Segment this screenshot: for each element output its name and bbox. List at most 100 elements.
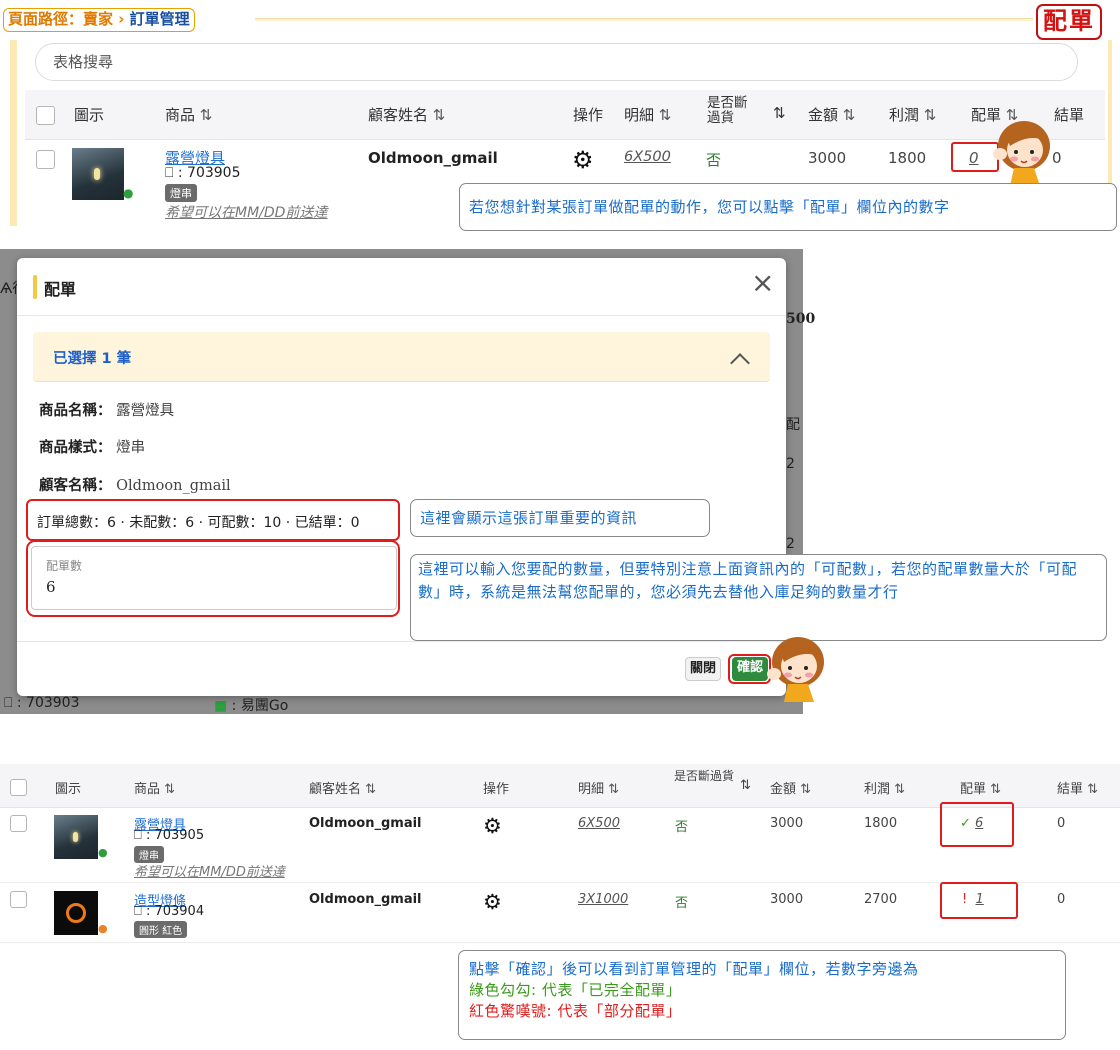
profit-value: 2700	[864, 892, 898, 907]
allocate-cell[interactable]: ✓ 6	[960, 816, 983, 831]
col-customer[interactable]: 顧客姓名 ⇅	[368, 104, 445, 125]
allocate-link[interactable]: 0	[969, 149, 979, 167]
product-code: ⎕ : 703904	[134, 904, 205, 919]
breadcrumb-prefix: 頁面路徑：賣家	[8, 10, 114, 28]
detail-link[interactable]: 6X500	[578, 816, 620, 831]
exclamation-icon: !	[962, 892, 968, 907]
bg-code: ⎕ : 703903	[4, 695, 80, 711]
col-backorder-sort-2[interactable]: ⇅	[740, 778, 751, 793]
col-profit-2[interactable]: 利潤 ⇅	[864, 778, 905, 797]
order-remark: 希望可以在MM/DD前送達	[165, 205, 328, 221]
hint-allocate-column: 若您想針對某張訂單做配單的動作，您可以點擊「配單」欄位內的數字	[459, 183, 1117, 231]
person-icon: ●	[98, 846, 108, 859]
row-checkbox[interactable]	[36, 150, 55, 169]
amount-value: 3000	[808, 149, 847, 167]
row-checkbox[interactable]	[10, 891, 27, 908]
col-icon: 圖示	[74, 106, 105, 124]
mascot-icon	[767, 637, 824, 702]
modal-footer: 關閉 確認	[17, 641, 786, 696]
detail-link[interactable]: 6X500	[624, 149, 671, 165]
col-amount[interactable]: 金額 ⇅	[808, 104, 855, 125]
col-settle[interactable]: 結單	[1054, 104, 1084, 125]
col-detail[interactable]: 明細 ⇅	[624, 104, 671, 125]
hint-line-1: 點擊「確認」後可以看到訂單管理的「配單」欄位，若數字旁邊為	[469, 960, 919, 978]
product-tag: 燈串	[165, 184, 197, 202]
col-backorder: 是否斷過貨	[707, 95, 748, 126]
search-input[interactable]: 表格搜尋	[35, 43, 1078, 81]
bg-text-2b: 2	[786, 536, 795, 552]
col-backorder-2: 是否斷過貨	[674, 769, 735, 783]
customer-name: Oldmoon_gmail	[309, 816, 422, 831]
select-all-checkbox-2[interactable]	[10, 779, 27, 796]
person-icon: ●	[98, 922, 108, 935]
selected-accordion[interactable]: 已選擇 1 筆	[33, 332, 770, 382]
title-accent	[33, 275, 37, 299]
col-action: 操作	[573, 106, 604, 124]
amount-value: 3000	[770, 816, 804, 831]
col-customer-2[interactable]: 顧客姓名 ⇅	[309, 778, 376, 797]
row-divider	[0, 942, 1120, 943]
modal-title: 配單	[44, 280, 77, 299]
panel-border-left	[10, 40, 17, 226]
col-profit[interactable]: 利潤 ⇅	[889, 104, 936, 125]
col-settle-2[interactable]: 結單 ⇅	[1057, 778, 1098, 797]
line-icon: ■	[214, 698, 228, 714]
product-code: ⎕ : 703905	[165, 165, 241, 181]
backorder-value: 否	[675, 896, 689, 911]
hint-line-2: 綠色勾勾: 代表「已完全配單」	[469, 981, 682, 999]
product-tag: 圓形 紅色	[134, 921, 188, 938]
breadcrumb-current: 訂單管理	[129, 10, 190, 28]
customer-name: Oldmoon_gmail	[368, 149, 498, 167]
close-button[interactable]: 關閉	[685, 657, 721, 681]
col-product-2[interactable]: 商品 ⇅	[134, 778, 175, 797]
section-badge: 配單	[1036, 4, 1102, 40]
close-icon[interactable]: ×	[751, 269, 774, 297]
hint-qty: 這裡可以輸入您要配的數量，但要特別注意上面資訊內的「可配數」，若您的配單數量大於…	[410, 554, 1107, 641]
settle-value: 0	[1057, 892, 1066, 907]
product-code: ⎕ : 703905	[134, 828, 205, 843]
order-remark: 希望可以在MM/DD前送達	[134, 865, 285, 880]
breadcrumb-separator: ›	[118, 10, 125, 28]
settle-value: 0	[1057, 816, 1066, 831]
bg-line: ■ : 易團Go	[214, 698, 289, 714]
col-detail-2[interactable]: 明細 ⇅	[578, 778, 619, 797]
select-all-checkbox[interactable]	[36, 106, 55, 125]
product-thumbnail[interactable]	[54, 891, 98, 935]
col-allocate-2[interactable]: 配單 ⇅	[960, 778, 1001, 797]
bookmark-icon: ⎕	[165, 165, 174, 181]
bookmark-icon: ⎕	[134, 904, 142, 919]
col-amount-2[interactable]: 金額 ⇅	[770, 778, 811, 797]
customer-row: 顧客名稱： Oldmoon_gmail	[39, 478, 231, 494]
check-icon: ✓	[960, 816, 971, 831]
hint-summary: 這裡會顯示這張訂單重要的資訊	[410, 499, 710, 537]
col-backorder-sort[interactable]: ⇅	[773, 104, 786, 122]
bg-text-allocate: 配	[786, 417, 800, 433]
gear-icon[interactable]: ⚙	[483, 814, 502, 838]
detail-link[interactable]: 3X1000	[578, 892, 628, 907]
gear-icon[interactable]: ⚙	[572, 148, 594, 172]
person-icon: ●	[123, 186, 134, 200]
selected-count: 已選擇 1 筆	[53, 351, 132, 367]
product-thumbnail[interactable]	[72, 148, 124, 200]
chevron-up-icon[interactable]	[730, 353, 750, 373]
col-icon-2: 圖示	[55, 782, 82, 797]
order-summary: 訂單總數：6 · 未配數：6 · 可配數：10 · 已結單：0	[37, 515, 360, 531]
row-checkbox[interactable]	[10, 815, 27, 832]
profit-value: 1800	[888, 149, 927, 167]
product-style-row: 商品樣式： 燈串	[39, 440, 146, 456]
col-action-2: 操作	[483, 782, 510, 797]
profit-value: 1800	[864, 816, 898, 831]
allocate-cell[interactable]: ! 1	[962, 892, 984, 907]
mascot-icon	[993, 121, 1050, 186]
product-thumbnail[interactable]	[54, 815, 98, 859]
bg-text-2a: 2	[786, 456, 795, 472]
breadcrumb: 頁面路徑：賣家 › 訂單管理	[3, 8, 195, 32]
modal-header: 配單 ×	[17, 258, 786, 316]
customer-name: Oldmoon_gmail	[309, 892, 422, 907]
hint-line-3: 紅色驚嘆號: 代表「部分配單」	[469, 1002, 682, 1020]
amount-value: 3000	[770, 892, 804, 907]
col-product[interactable]: 商品 ⇅	[165, 104, 212, 125]
hint-allocate-status: 點擊「確認」後可以看到訂單管理的「配單」欄位，若數字旁邊為 綠色勾勾: 代表「已…	[458, 950, 1066, 1040]
gear-icon[interactable]: ⚙	[483, 890, 502, 914]
product-name-row: 商品名稱： 露營燈具	[39, 403, 175, 419]
